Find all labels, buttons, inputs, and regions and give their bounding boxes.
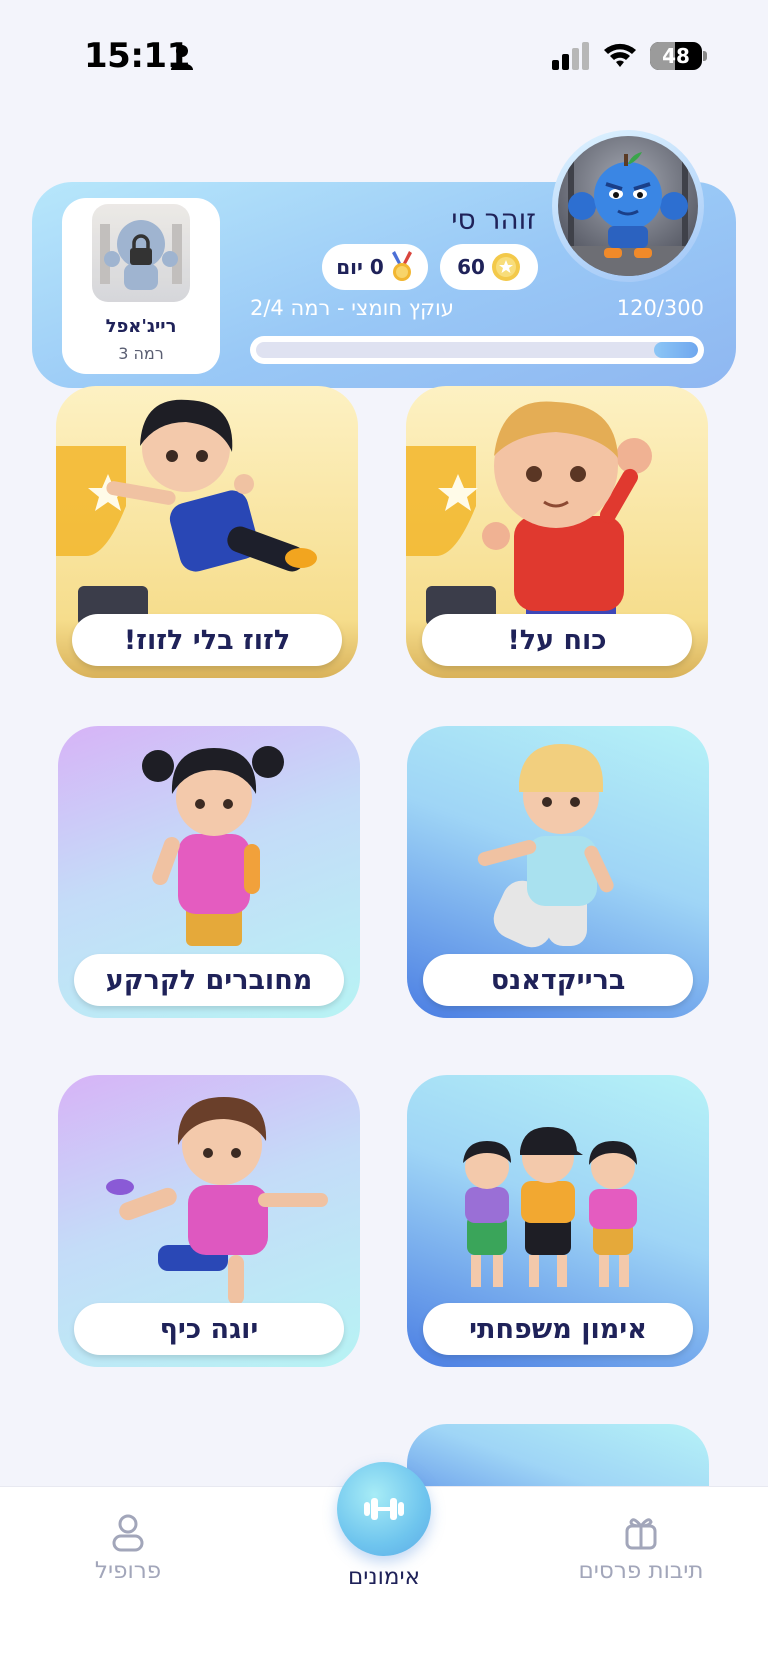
workout-label: כוח על! (422, 614, 692, 666)
streak-badge: 0 יום (322, 244, 428, 290)
workout-label: לזוז בלי לזוז! (72, 614, 342, 666)
xp-progress-fill (653, 342, 698, 358)
profile-icon (112, 1514, 144, 1552)
nav-label-rewards: תיבות פרסים (578, 1558, 704, 1584)
nav-workouts-button[interactable] (337, 1462, 431, 1556)
workout-card-fun-yoga[interactable]: יוגה כיף (58, 1075, 360, 1367)
workout-label: ברייקדאנס (423, 954, 693, 1006)
battery-indicator: 48 (650, 42, 702, 70)
status-bar: 15:11 48 (0, 0, 768, 112)
streak-count: 0 יום (336, 255, 384, 279)
gift-icon (625, 1518, 657, 1550)
avatar[interactable] (558, 136, 698, 276)
nav-item-profile[interactable]: פרופיל (68, 1512, 188, 1584)
workout-card-move-without-moving[interactable]: לזוז בלי לזוז! (56, 386, 358, 678)
workout-card-family-workout[interactable]: אימון משפחתי (407, 1075, 709, 1367)
fun-yoga-figure (106, 1097, 328, 1305)
coins-count: 60 (457, 255, 485, 279)
nav-item-rewards[interactable]: תיבות פרסים (566, 1512, 716, 1584)
next-character-level: רמה 3 (118, 344, 164, 363)
grounded-figure (142, 746, 284, 946)
battery-tip (703, 51, 707, 61)
nav-label-workouts[interactable]: אימונים (324, 1564, 444, 1590)
battery-level: 48 (662, 44, 690, 68)
person-icon (171, 45, 193, 70)
nav-label-profile: פרופיל (94, 1558, 162, 1584)
blueberry-character-icon (558, 152, 698, 276)
coin-icon (491, 253, 520, 281)
character-level-text: עוקץ חומצי - רמה 2/4 (250, 296, 454, 320)
coins-badge: 60 (440, 244, 538, 290)
username: זוהר סי (451, 203, 536, 236)
workout-label: יוגה כיף (74, 1303, 344, 1355)
xp-text: 120/300 (616, 296, 704, 320)
super-strength-figure (406, 401, 652, 626)
wifi-icon (604, 43, 636, 67)
lock-icon (130, 234, 152, 265)
workout-card-breakdance[interactable]: ברייקדאנס (407, 726, 709, 1018)
workout-label: אימון משפחתי (423, 1303, 693, 1355)
medal-icon (391, 251, 412, 281)
workout-card-grounded[interactable]: מחוברים לקרקע (58, 726, 360, 1018)
move-without-moving-figure (56, 399, 317, 626)
breakdance-figure (477, 744, 614, 948)
family-workout-figure (463, 1127, 637, 1287)
next-character-name: רייג'אפל (105, 316, 177, 337)
workout-card-super-strength[interactable]: כוח על! (406, 386, 708, 678)
xp-progress-track (256, 342, 698, 358)
workout-label: מחוברים לקרקע (74, 954, 344, 1006)
dumbbell-icon (364, 1498, 404, 1520)
cellular-signal-icon (552, 42, 589, 70)
